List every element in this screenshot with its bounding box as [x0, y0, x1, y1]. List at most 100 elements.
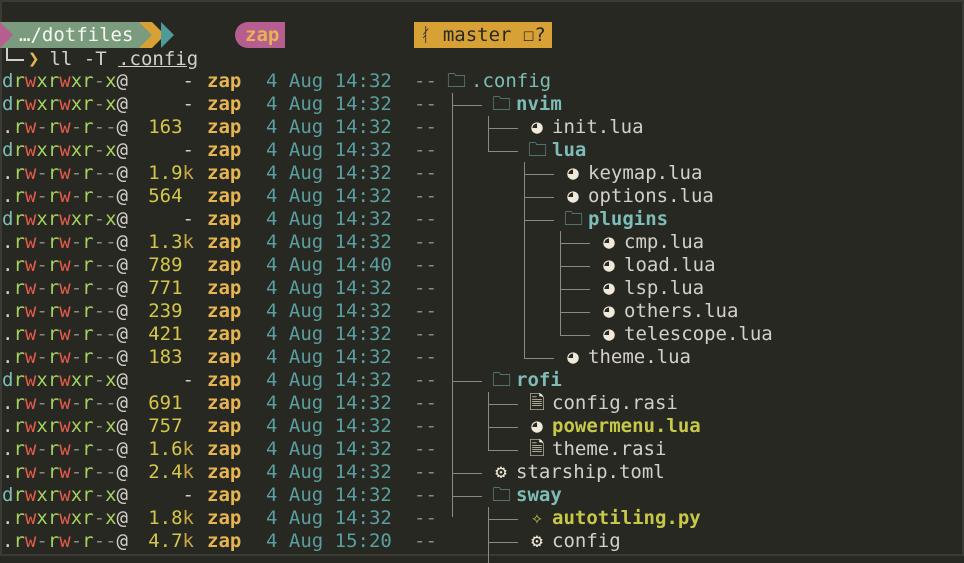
list-item[interactable]: drwxrwxr-x@ - zap 4 Aug 14:32 -- 🗀 lua [0, 139, 964, 162]
file-name-label: config.rasi [552, 392, 678, 414]
file-date: 4 Aug 15:20 [266, 530, 392, 552]
file-name: 🗀 .config [447, 70, 551, 93]
file-name: ◕ telescope.lua [600, 323, 772, 346]
permissions: .rw-rw-r--@ [2, 346, 128, 368]
file-size: 1.9k [148, 162, 194, 184]
file-name-label: autotiling.py [552, 507, 701, 529]
folder-icon: 🗀 [492, 93, 512, 115]
file-owner: zap [207, 300, 242, 322]
file-name: 🗀 rofi [492, 369, 562, 392]
file-owner: zap [207, 116, 242, 138]
file-date: 4 Aug 14:32 [266, 392, 392, 414]
permissions: .rw-rw-r--@ [2, 231, 128, 253]
tree-trunk [560, 231, 561, 335]
list-item[interactable]: .rw-rw-r--@ 1.3k zap 4 Aug 14:32 -- ◕ cmp.lua [0, 231, 964, 254]
command-line[interactable]: ❯ ll -T .config [6, 48, 198, 70]
list-item[interactable]: .rw-rw-r--@ 4.7k zap 4 Aug 15:20 -- ⚙ config [0, 530, 964, 553]
file-date: 4 Aug 14:32 [266, 231, 392, 253]
list-item[interactable]: .rw-rw-r--@ 771 zap 4 Aug 14:32 -- ◕ lsp.lua [0, 277, 964, 300]
permissions: .rw-rw-r--@ [2, 392, 128, 414]
file-name-label: config [552, 530, 621, 552]
lua-icon: ◕ [531, 415, 543, 437]
file-name-label: load.lua [624, 254, 716, 276]
size-dash: - [182, 208, 194, 230]
list-item[interactable]: .rw-rw-r--@ 1.9k zap 4 Aug 14:32 -- ◕ keymap.l… [0, 162, 964, 185]
prompt-chevron-icon: ❯ [28, 48, 40, 70]
prompt-separator [0, 22, 13, 48]
file-name-label: starship.toml [516, 461, 665, 483]
list-item[interactable]: .rw-rw-r--@ 691 zap 4 Aug 14:32 -- 🗎 config.r… [0, 392, 964, 415]
lua-icon: ◕ [603, 231, 615, 253]
file-name: ⚙ starship.toml [492, 461, 665, 484]
file-owner: zap [207, 392, 242, 414]
list-item[interactable]: .rwxrwxr-x@ 1.8k zap 4 Aug 14:32 -- ✧ autotili… [0, 507, 964, 530]
command-argument: .config [118, 48, 199, 70]
file-size: 2.4k [148, 461, 194, 483]
git-status: -- [414, 369, 437, 391]
list-item[interactable]: .rw-rw-r--@ 239 zap 4 Aug 14:32 -- ◕ others.l… [0, 300, 964, 323]
git-status: -- [414, 507, 437, 529]
git-status: -- [414, 461, 437, 483]
permissions: .rwxrwxr-x@ [2, 507, 128, 529]
file-name-label: init.lua [552, 116, 644, 138]
file-name: 🗀 plugins [564, 208, 668, 231]
prompt-hook [6, 49, 24, 61]
list-item[interactable]: drwxrwxr-x@ - zap 4 Aug 14:32 -- 🗀 plugins [0, 208, 964, 231]
tree-trunk [452, 93, 453, 517]
permissions: .rw-rw-r--@ [2, 254, 128, 276]
file-name: ◕ load.lua [600, 254, 716, 277]
file-size: - [120, 70, 194, 93]
permissions: drwxrwxr-x@ [2, 93, 128, 115]
file-owner: zap [207, 415, 242, 437]
list-item[interactable]: drwxrwxr-x@ - zap 4 Aug 14:32 -- 🗀 rofi [0, 369, 964, 392]
file-size: - [120, 484, 194, 507]
file-owner: zap [207, 231, 242, 253]
file-name-label: powermenu.lua [552, 415, 701, 437]
file-date: 4 Aug 14:32 [266, 162, 392, 184]
list-item[interactable]: .rwxrwxr-x@ 757 zap 4 Aug 14:32 -- ◕ powermen… [0, 415, 964, 438]
file-owner: zap [207, 93, 242, 115]
list-item[interactable]: .rw-rw-r--@ 1.6k zap 4 Aug 14:32 -- 🗎 theme.ra… [0, 438, 964, 461]
file-date: 4 Aug 14:32 [266, 300, 392, 322]
file-name: ◕ init.lua [528, 116, 644, 139]
size-unit: k [182, 438, 194, 460]
list-item[interactable]: .rw-rw-r--@ 421 zap 4 Aug 14:32 -- ◕ telescop… [0, 323, 964, 346]
list-item[interactable]: drwxrwxr-x@ - zap 4 Aug 14:32 -- 🗀 nvim [0, 93, 964, 116]
list-item[interactable]: .rw-rw-r--@ 163 zap 4 Aug 14:32 -- ◕ init.lua [0, 116, 964, 139]
file-owner: zap [207, 70, 242, 92]
tree-branch [560, 243, 590, 244]
file-date: 4 Aug 14:32 [266, 346, 392, 368]
prompt-user: zap [235, 22, 286, 48]
file-owner: zap [207, 185, 242, 207]
file-date: 4 Aug 14:32 [266, 139, 392, 161]
list-item[interactable]: .rw-rw-r--@ 2.4k zap 4 Aug 14:32 -- ⚙ starship… [0, 461, 964, 484]
file-size: 1.3k [148, 231, 194, 253]
file-size: 1.6k [148, 438, 194, 460]
file-name: ◕ powermenu.lua [528, 415, 701, 438]
folder-icon: 🗀 [528, 139, 548, 161]
file-size: - [120, 208, 194, 231]
permissions: .rw-rw-r--@ [2, 323, 128, 345]
config-icon: ⚙ [531, 530, 543, 552]
list-item[interactable]: drwxrwxr-x@ - zap 4 Aug 14:32 -- 🗀 sway [0, 484, 964, 507]
prompt-git: ᚰ master ☐ ? [414, 22, 552, 48]
file-owner: zap [207, 277, 242, 299]
file-name-label: keymap.lua [588, 162, 703, 184]
git-status: -- [414, 392, 437, 414]
file-name-label: theme.lua [588, 346, 691, 368]
prompt-separator [139, 22, 153, 48]
tree-branch [488, 128, 518, 129]
tree-trunk [488, 116, 489, 151]
git-status: -- [414, 116, 437, 138]
file-owner: zap [207, 162, 242, 184]
list-item[interactable]: .rw-rw-r--@ 183 zap 4 Aug 14:32 -- ◕ theme.lu… [0, 346, 964, 369]
file-owner: zap [207, 369, 242, 391]
file-owner: zap [207, 254, 242, 276]
list-item[interactable]: .rw-rw-r--@ 564 zap 4 Aug 14:32 -- ◕ options.… [0, 185, 964, 208]
size-dash: - [182, 93, 194, 115]
file-name: ◕ theme.lua [564, 346, 691, 369]
permissions: drwxrwxr-x@ [2, 70, 128, 92]
tree-branch [524, 358, 554, 359]
list-item[interactable]: .rw-rw-r--@ 789 zap 4 Aug 14:40 -- ◕ load.lua [0, 254, 964, 277]
list-item[interactable]: drwxrwxr-x@ - zap 4 Aug 14:32 -- 🗀 .config [0, 70, 964, 93]
